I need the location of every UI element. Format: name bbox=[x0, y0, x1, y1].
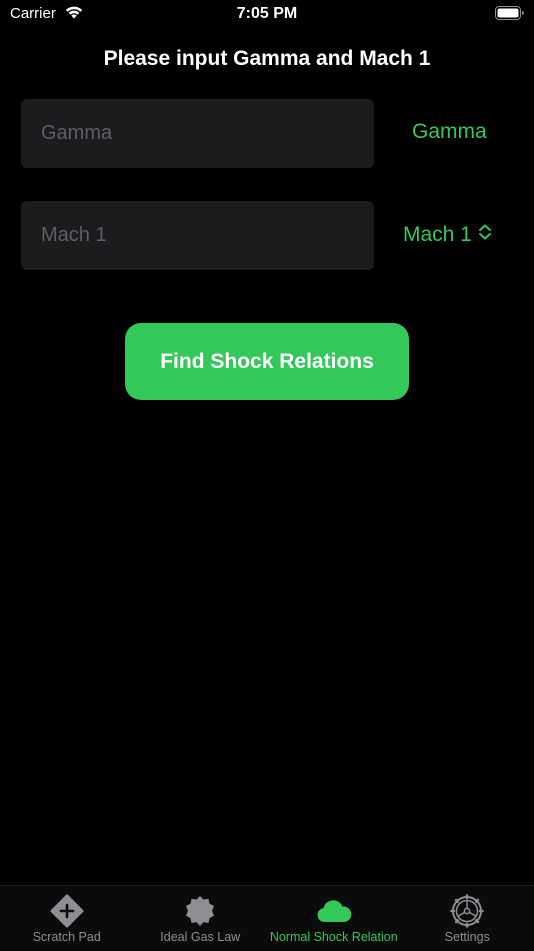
page-title: Please input Gamma and Mach 1 bbox=[0, 47, 534, 71]
tab-label: Ideal Gas Law bbox=[160, 930, 240, 944]
tab-normal-shock-relation[interactable]: Normal Shock Relation bbox=[267, 886, 401, 951]
battery-icon bbox=[495, 6, 525, 26]
mach-selector-label: Mach 1 bbox=[403, 223, 472, 247]
gear-icon bbox=[450, 894, 484, 928]
tab-label: Normal Shock Relation bbox=[270, 930, 398, 944]
gamma-input[interactable] bbox=[21, 99, 374, 168]
gamma-label: Gamma bbox=[412, 120, 487, 144]
mach-selector[interactable]: Mach 1 bbox=[403, 223, 492, 247]
status-bar: Carrier 7:05 PM bbox=[0, 0, 534, 30]
mach-input[interactable] bbox=[21, 201, 374, 270]
tab-settings[interactable]: Settings bbox=[401, 886, 534, 951]
chevron-up-down-icon bbox=[472, 223, 492, 247]
find-shock-relations-button[interactable]: Find Shock Relations bbox=[125, 323, 409, 400]
plus-diamond-icon bbox=[50, 894, 84, 928]
status-time: 7:05 PM bbox=[0, 5, 534, 23]
tab-label: Settings bbox=[445, 930, 490, 944]
seal-badge-icon bbox=[183, 894, 217, 928]
tab-scratch-pad[interactable]: Scratch Pad bbox=[0, 886, 134, 951]
tab-bar: Scratch Pad Ideal Gas Law Normal Shock R… bbox=[0, 885, 534, 951]
cloud-icon bbox=[315, 894, 353, 928]
tab-label: Scratch Pad bbox=[33, 930, 101, 944]
tab-ideal-gas-law[interactable]: Ideal Gas Law bbox=[134, 886, 268, 951]
